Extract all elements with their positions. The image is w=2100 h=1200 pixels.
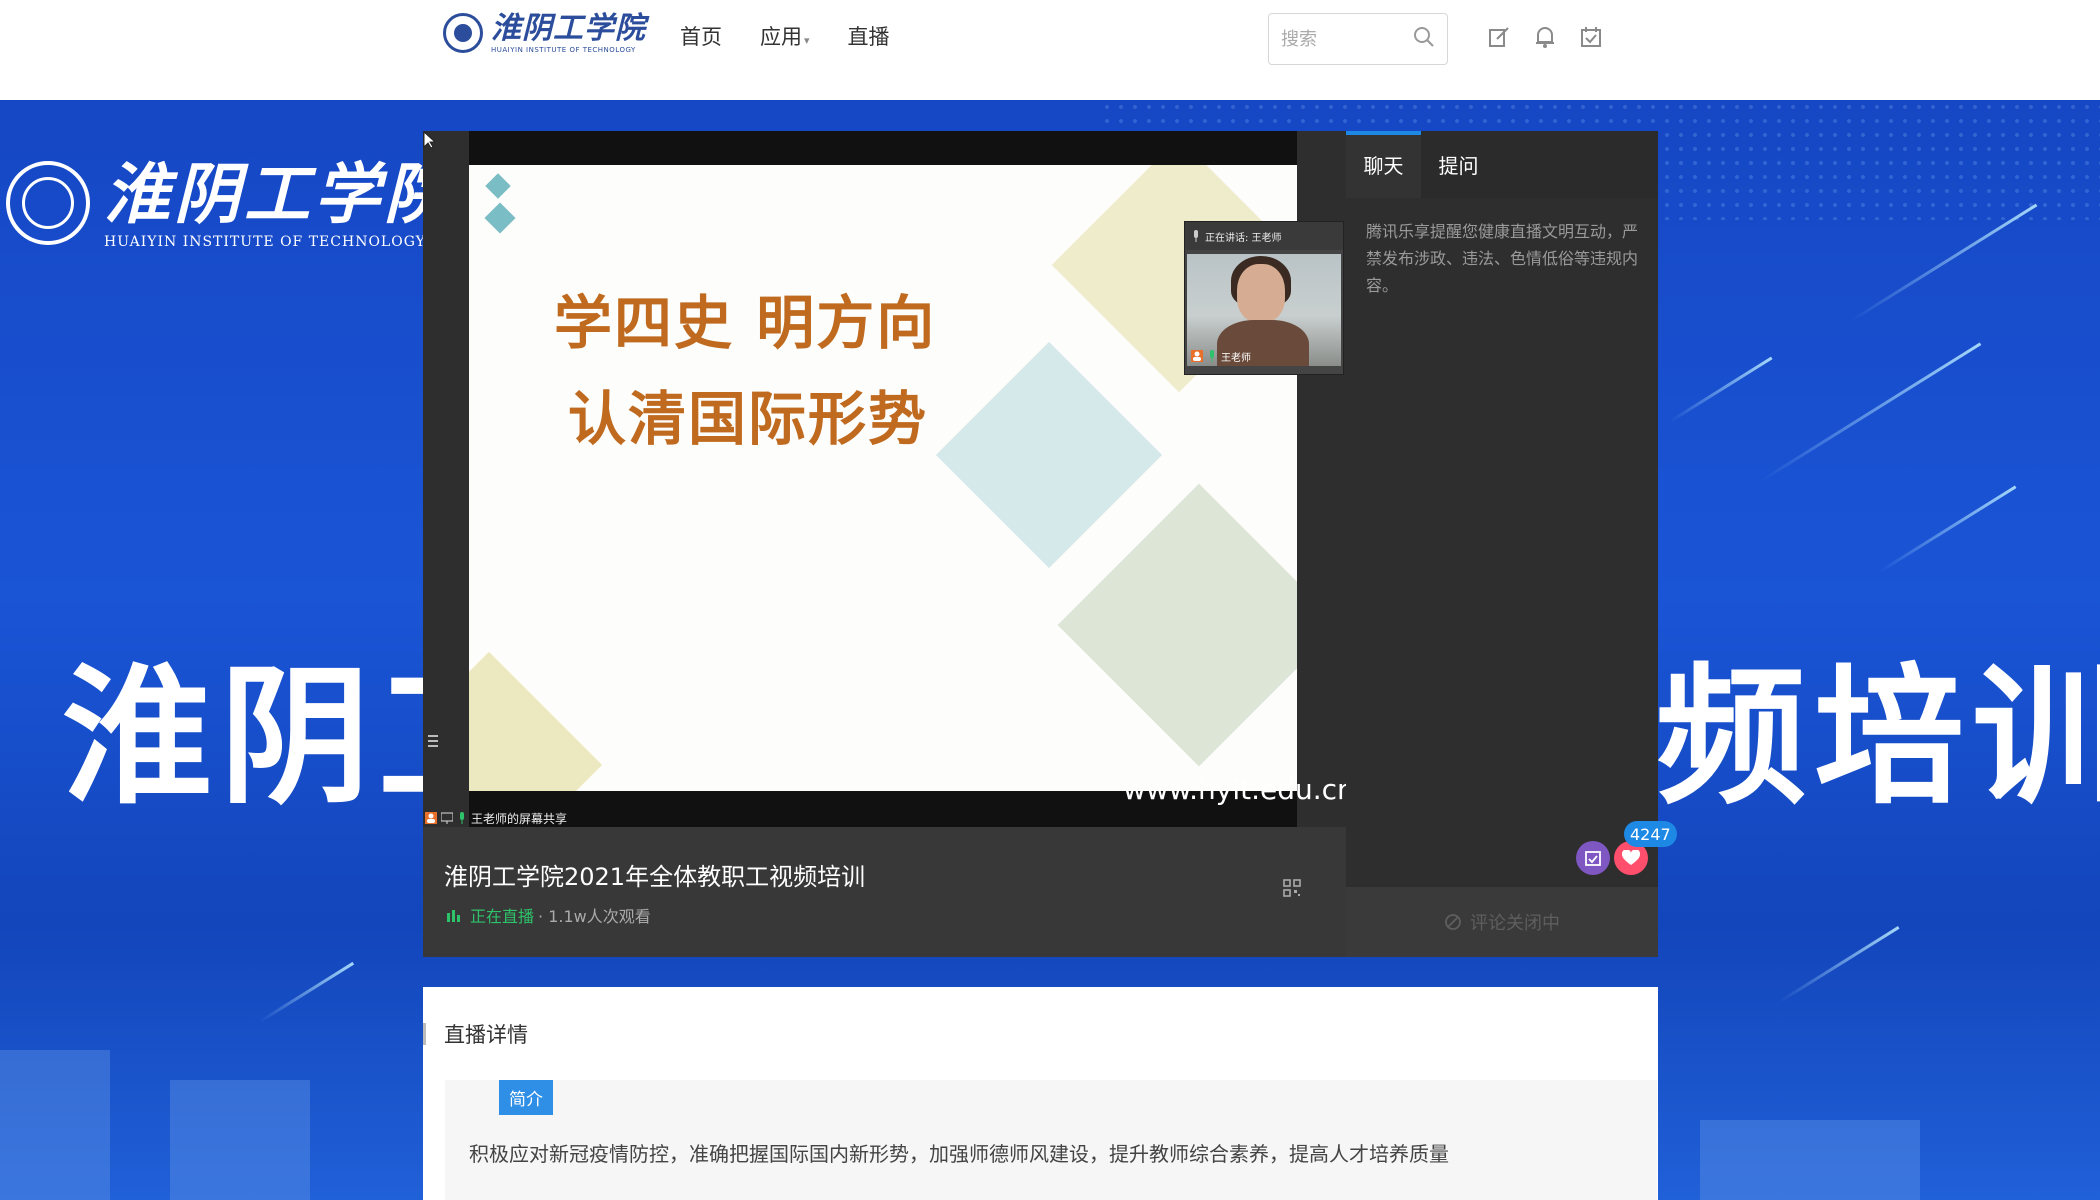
building-silhouette — [170, 1080, 310, 1200]
nav-apps-link[interactable]: 应用 ▾ — [760, 22, 810, 56]
slide-decor-diamond — [935, 341, 1163, 569]
speaker-camera-window[interactable]: 正在讲话: 王老师 王老师 — [1184, 221, 1344, 375]
tab-chat-label: 聊天 — [1363, 154, 1404, 178]
live-status-row: 正在直播 · 1.1w人次观看 — [446, 903, 651, 927]
logo-text: 淮阴工学院 HUAIYIN INSTITUTE OF TECHNOLOGY — [491, 11, 646, 55]
live-player: 学四史 明方向 认清国际形势 www.hyit.edu.cn 正在讲话: 王老师… — [423, 131, 1355, 957]
live-status-text: 正在直播 — [470, 907, 535, 926]
logo-en: HUAIYIN INSTITUTE OF TECHNOLOGY — [491, 46, 636, 54]
banner-school-logo: 淮阴工学院 HUAIYIN INSTITUTE OF TECHNOLOGY — [6, 156, 454, 250]
nav-home-link[interactable]: 首页 — [680, 22, 722, 56]
light-streak — [259, 961, 355, 1023]
nav-links: 首页 应用 ▾ 直播 — [680, 22, 890, 56]
banner-logo-en: HUAIYIN INSTITUTE OF TECHNOLOGY — [104, 234, 426, 250]
mouse-cursor-icon — [423, 131, 437, 149]
school-logo[interactable]: 淮阴工学院 HUAIYIN INSTITUTE OF TECHNOLOGY — [443, 12, 646, 54]
screen-share-icon — [441, 812, 453, 824]
video-info-bar: 淮阴工学院2021年全体教职工视频培训 正在直播 · 1.1w人次观看 — [423, 827, 1346, 957]
slide-decor-diamond — [1057, 483, 1297, 767]
search-box — [1268, 13, 1448, 65]
light-streak — [1759, 342, 1982, 483]
screen-share-bar: 王老师的屏幕共享 — [423, 807, 567, 829]
banner-seal-icon — [6, 161, 90, 245]
live-bars-icon — [447, 910, 460, 922]
chat-panel: 聊天 提问 腾讯乐享提醒您健康直播文明互动，严禁发布涉政、违法、色情低俗等违规内… — [1346, 131, 1677, 957]
user-icon — [1191, 350, 1203, 362]
mic-icon — [1210, 350, 1214, 362]
tab-questions-label: 提问 — [1438, 154, 1479, 178]
video-area[interactable]: 学四史 明方向 认清国际形势 www.hyit.edu.cn 正在讲话: 王老师… — [423, 131, 1355, 829]
light-streak — [1669, 356, 1773, 423]
camera-name: 王老师 — [1221, 352, 1251, 364]
edit-icon[interactable] — [1486, 24, 1512, 50]
heading-accent-bar — [423, 1023, 426, 1045]
search-input[interactable] — [1281, 28, 1401, 50]
speaker-face — [1237, 264, 1285, 322]
comment-status-text: 评论关闭中 — [1470, 913, 1560, 934]
camera-header: 正在讲话: 王老师 — [1185, 222, 1343, 250]
intro-text: 积极应对新冠疫情防控，准确把握国际国内新形势，加强师德师风建设，提升教师综合素养… — [469, 1142, 1449, 1166]
tab-chat[interactable]: 聊天 — [1346, 131, 1421, 198]
disabled-icon — [1445, 914, 1461, 930]
chat-notice: 腾讯乐享提醒您健康直播文明互动，严禁发布涉政、违法、色情低俗等违规内容。 — [1366, 222, 1639, 295]
caret-down-icon: ▾ — [804, 34, 810, 47]
presentation-slide: 学四史 明方向 认清国际形势 — [469, 165, 1297, 791]
slide-decor-diamond — [485, 173, 511, 199]
chat-tabs: 聊天 提问 — [1346, 131, 1658, 198]
slide-decor-diamond — [484, 202, 516, 234]
nav-live-label: 直播 — [847, 25, 890, 49]
light-streak — [1879, 485, 2017, 573]
nav-apps-label: 应用 — [760, 25, 802, 49]
bell-icon[interactable] — [1532, 24, 1558, 50]
light-streak — [1849, 203, 2038, 323]
calendar-check-icon — [1585, 851, 1601, 866]
nav-live-link[interactable]: 直播 — [848, 22, 890, 56]
user-icon — [425, 812, 437, 824]
banner-logo-cn: 淮阴工学院 — [104, 155, 454, 233]
intro-box: 简介 积极应对新冠疫情防控，准确把握国际国内新形势，加强师德师风建设，提升教师综… — [445, 1080, 1657, 1200]
mic-icon — [1194, 230, 1198, 242]
details-heading: 直播详情 — [423, 1021, 528, 1047]
calendar-check-icon[interactable] — [1578, 24, 1604, 50]
logo-cn: 淮阴工学院 — [491, 11, 646, 46]
top-navbar: 淮阴工学院 HUAIYIN INSTITUTE OF TECHNOLOGY 首页… — [0, 0, 2100, 100]
banner-logo-text: 淮阴工学院 HUAIYIN INSTITUTE OF TECHNOLOGY — [104, 156, 454, 250]
slide-decor-diamond — [469, 651, 603, 791]
building-silhouette — [0, 1050, 110, 1200]
qr-code-icon[interactable] — [1283, 879, 1301, 901]
screen-share-label: 王老师的屏幕共享 — [471, 811, 568, 826]
checkin-button[interactable] — [1576, 841, 1610, 875]
reactions: 4247 — [1576, 821, 1677, 875]
member-list-toggle-icon[interactable] — [425, 731, 441, 751]
slide-title-line2: 认清国际形势 — [568, 385, 929, 453]
comment-status-bar: 评论关闭中 — [1346, 887, 1658, 957]
view-count: · 1.1w人次观看 — [538, 907, 651, 926]
banner-title-right: 频培训 — [1656, 651, 2100, 825]
video-title: 淮阴工学院2021年全体教职工视频培训 — [444, 863, 866, 891]
like-count-badge: 4247 — [1624, 821, 1677, 847]
school-seal-icon — [443, 13, 483, 53]
live-details-card: 直播详情 简介 积极应对新冠疫情防控，准确把握国际国内新形势，加强师德师风建设，… — [423, 987, 1658, 1200]
slide-title: 学四史 明方向 认清国际形势 — [554, 275, 936, 467]
slide-title-line1: 学四史 明方向 — [554, 289, 937, 357]
light-streak — [1779, 926, 1900, 1003]
heart-icon — [1622, 850, 1640, 865]
mic-icon — [460, 812, 464, 824]
details-heading-text: 直播详情 — [444, 1023, 528, 1047]
camera-speaker-label: 正在讲话: 王老师 — [1205, 232, 1282, 244]
nav-icons — [1486, 24, 1604, 50]
search-icon[interactable] — [1413, 26, 1435, 52]
building-silhouette — [1700, 1120, 1920, 1200]
site-watermark: www.hyit.edu.cn — [1123, 773, 1355, 806]
nav-home-label: 首页 — [680, 25, 722, 49]
tab-intro[interactable]: 简介 — [499, 1080, 553, 1115]
tab-questions[interactable]: 提问 — [1421, 131, 1496, 198]
camera-footer: 王老师 — [1187, 346, 1251, 366]
